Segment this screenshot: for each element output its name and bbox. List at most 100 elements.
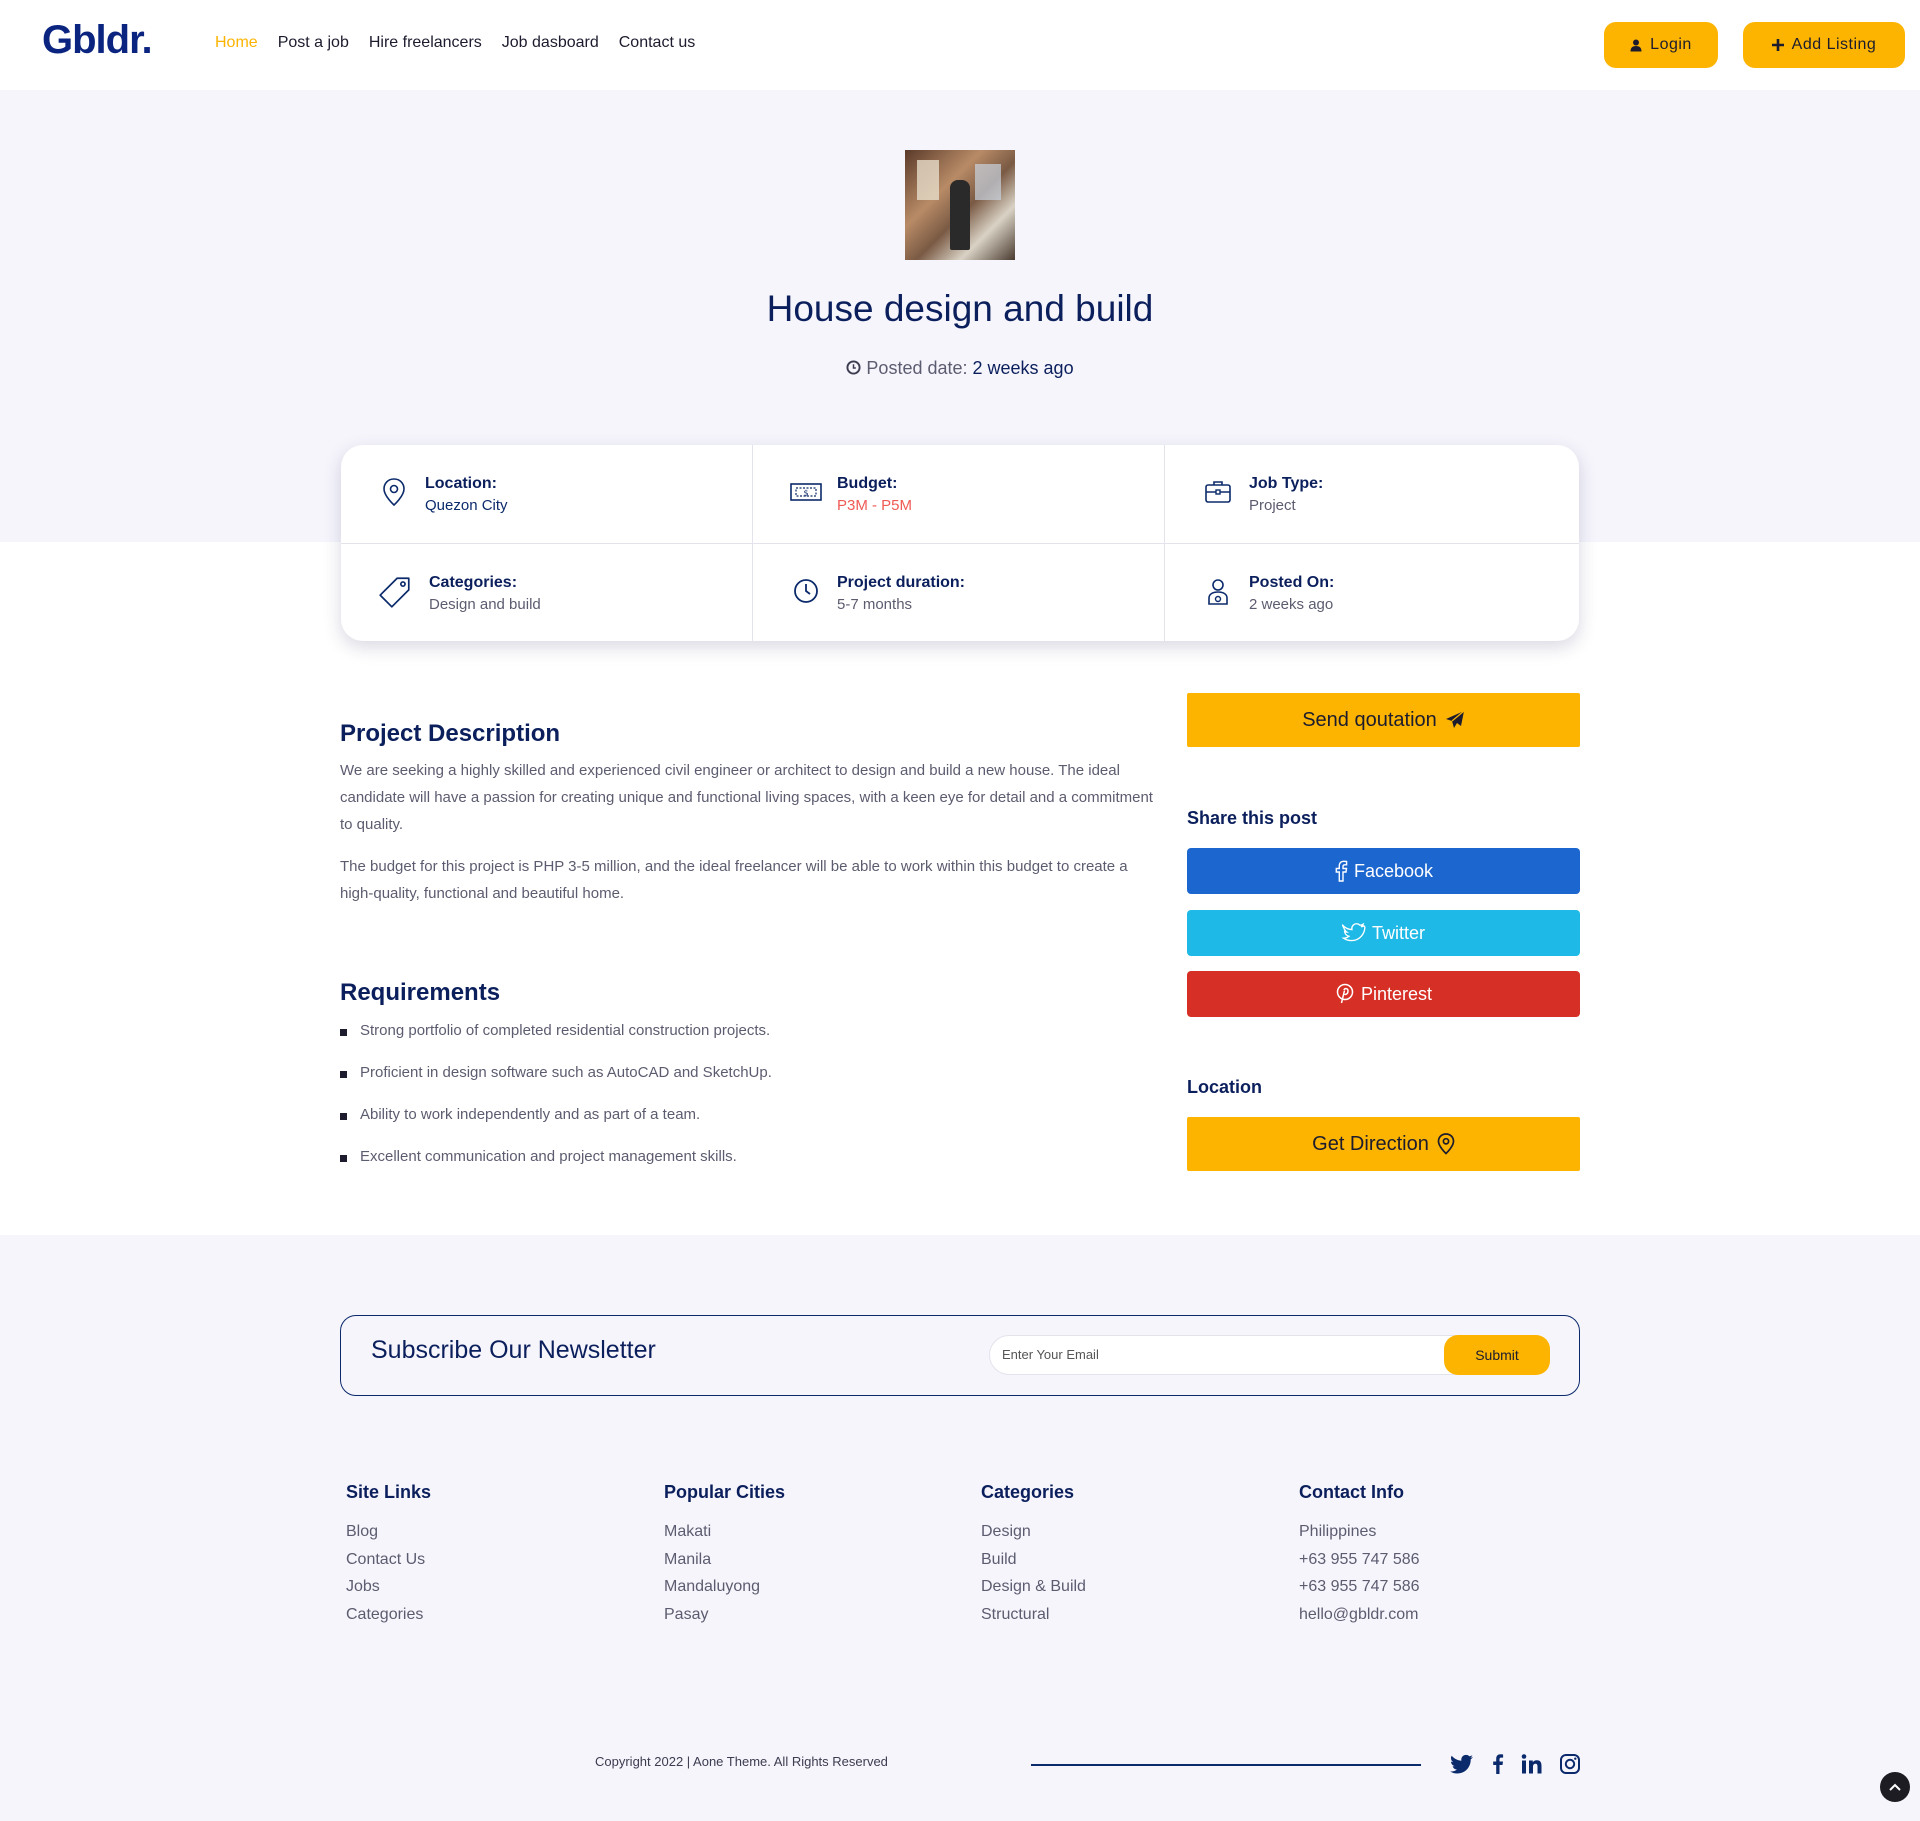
posted-date-value: 2 weeks ago [972,358,1074,378]
site-header: Gbldr. Home Post a job Hire freelancers … [0,0,1920,90]
footer-category-link[interactable]: Structural [981,1606,1086,1634]
footer-city-link[interactable]: Makati [664,1523,785,1551]
detail-categories: Categories: Design and build [341,544,753,641]
detail-location: Location: Quezon City [341,445,753,544]
footer-link-jobs[interactable]: Jobs [346,1578,431,1606]
nav-contact-us[interactable]: Contact us [619,34,695,52]
facebook-icon [1335,860,1348,882]
footer-column-title: Contact Info [1299,1482,1404,1502]
detail-job-type: Job Type: Project [1165,445,1579,544]
svg-text:$: $ [803,489,808,498]
map-pin-icon [1437,1133,1455,1155]
share-post-title: Share this post [1187,808,1318,828]
list-item: Excellent communication and project mana… [340,1148,772,1190]
footer-column-title: Site Links [346,1482,432,1502]
newsletter-submit-button[interactable]: Submit [1444,1335,1550,1375]
footer-column-title: Popular Cities [664,1482,786,1502]
instagram-icon[interactable] [1558,1752,1582,1776]
footer-category-link[interactable]: Build [981,1551,1086,1579]
scroll-to-top-button[interactable] [1880,1772,1910,1802]
money-icon: $ [790,483,822,501]
location-value: Quezon City [425,497,508,514]
detail-posted-on: Posted On: 2 weeks ago [1165,544,1579,641]
posted-on-label: Posted On: [1249,574,1335,591]
job-image [905,150,1015,260]
facebook-label: Facebook [1353,860,1434,881]
map-pin-icon [383,478,405,507]
requirements-list: Strong portfolio of completed residentia… [340,1022,772,1190]
main-nav: Home Post a job Hire freelancers Job das… [215,34,695,52]
linkedin-icon[interactable] [1520,1752,1544,1776]
budget-value: P3M - P5M [837,497,913,514]
list-item: Strong portfolio of completed residentia… [340,1022,772,1064]
footer-city-link[interactable]: Manila [664,1551,785,1579]
footer-link-contact-us[interactable]: Contact Us [346,1551,431,1579]
requirement-text: Ability to work independently and as par… [360,1106,701,1123]
footer-categories: Categories Design Build Design & Build S… [981,1482,1086,1633]
get-direction-button[interactable]: Get Direction [1187,1117,1580,1171]
contact-phone[interactable]: +63 955 747 586 [1299,1551,1420,1579]
login-label: Login [1650,36,1692,53]
add-listing-button[interactable]: Add Listing [1743,22,1905,68]
facebook-share-button[interactable]: Facebook [1187,848,1580,894]
twitter-share-button[interactable]: Twitter [1187,910,1580,956]
plus-icon [1771,39,1784,51]
pinterest-icon [1336,983,1354,1004]
requirements-title: Requirements [340,979,501,1006]
footer-link-categories[interactable]: Categories [346,1606,431,1634]
contact-country: Philippines [1299,1523,1377,1540]
footer-category-link[interactable]: Design [981,1523,1086,1551]
location-title: Location [1187,1077,1262,1097]
contact-email[interactable]: hello@gbldr.com [1299,1606,1420,1634]
pinterest-label: Pinterest [1360,983,1433,1004]
nav-job-dashboard[interactable]: Job dasboard [502,34,599,52]
newsletter-title: Subscribe Our Newsletter [371,1336,656,1364]
twitter-label: Twitter [1371,922,1425,943]
nav-hire-freelancers[interactable]: Hire freelancers [369,34,482,52]
pinterest-share-button[interactable]: Pinterest [1187,971,1580,1017]
send-quotation-button[interactable]: Send qoutation [1187,693,1580,747]
budget-label: Budget: [837,475,898,492]
detail-budget: $ Budget: P3M - P5M [753,445,1165,544]
briefcase-icon [1205,481,1231,503]
chevron-up-icon [1889,1783,1901,1791]
footer-divider [1031,1764,1421,1766]
project-description-title: Project Description [340,720,561,747]
login-button[interactable]: Login [1604,22,1718,68]
requirement-text: Strong portfolio of completed residentia… [360,1022,771,1039]
contact-phone[interactable]: +63 955 747 586 [1299,1578,1420,1606]
nav-post-a-job[interactable]: Post a job [278,34,349,52]
site-logo[interactable]: Gbldr. [42,18,153,63]
clock-icon [794,579,818,603]
duration-value: 5-7 months [837,596,913,613]
job-details-card: Location: Quezon City $ Budget: P3M - P5… [341,445,1579,641]
categories-label: Categories: [429,574,518,591]
facebook-icon[interactable] [1486,1752,1510,1776]
posted-date: Posted date: 2 weeks ago [0,358,1920,379]
list-item: Proficient in design software such as Au… [340,1064,772,1106]
tag-icon [379,577,410,608]
job-type-value: Project [1249,497,1296,514]
list-item: Ability to work independently and as par… [340,1106,772,1148]
categories-value: Design and build [429,596,541,613]
job-type-label: Job Type: [1249,475,1324,492]
twitter-icon[interactable] [1450,1752,1474,1776]
footer-popular-cities: Popular Cities Makati Manila Mandaluyong… [664,1482,785,1633]
footer-category-link[interactable]: Design & Build [981,1578,1086,1606]
clock-icon [846,360,861,375]
copyright-text: Copyright 2022 | Aone Theme. All Rights … [595,1754,888,1769]
nav-home[interactable]: Home [215,34,258,52]
footer-city-link[interactable]: Pasay [664,1606,785,1634]
detail-project-duration: Project duration: 5-7 months [753,544,1165,641]
job-title: House design and build [766,288,1154,329]
person-icon [1208,579,1228,605]
footer-link-blog[interactable]: Blog [346,1523,431,1551]
footer-city-link[interactable]: Mandaluyong [664,1578,785,1606]
posted-on-value: 2 weeks ago [1249,596,1334,613]
get-direction-label: Get Direction [1312,1132,1429,1155]
user-icon [1630,39,1642,51]
posted-date-label: Posted date: [866,358,968,378]
footer-contact-info: Contact Info Philippines +63 955 747 586… [1299,1482,1420,1633]
newsletter-box: Subscribe Our Newsletter Enter Your Emai… [340,1315,1580,1396]
duration-label: Project duration: [837,574,966,591]
